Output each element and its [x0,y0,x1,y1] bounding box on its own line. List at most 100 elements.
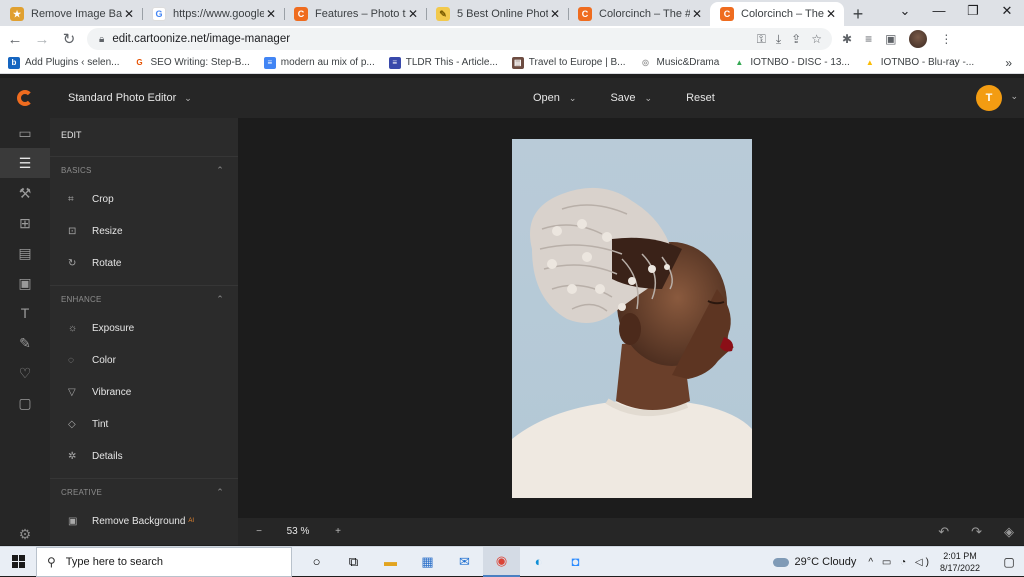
close-window-icon[interactable]: ✕ [990,0,1024,24]
browser-tab[interactable]: ★ Remove Image Backg ✕ [0,2,142,26]
browser-tab-active[interactable]: C Colorcinch – The #1 P ✕ [710,2,844,26]
reading-list-icon[interactable]: ≡ [865,32,872,46]
user-avatar[interactable]: T [976,85,1002,111]
close-tab-icon[interactable]: ✕ [122,7,136,21]
droplet-icon: ◌ [68,354,74,366]
bookmark-item[interactable]: ≡ TLDR This - Article... [388,56,498,69]
bookmark-item[interactable]: ◎ Music&Drama [639,56,719,69]
save-menu[interactable]: Save ⌄ [610,92,652,104]
more-bookmarks-icon[interactable]: » [1005,56,1012,70]
details-tool[interactable]: ✲ Details [50,440,238,472]
remove-background-tool[interactable]: ▣ Remove Background AI [50,505,238,537]
magic-wand-icon[interactable]: ⚒ [0,178,50,208]
exposure-tool[interactable]: ☼ Exposure [50,312,238,344]
color-tool[interactable]: ◌ Color [50,344,238,376]
frame-icon[interactable]: ▣ [0,268,50,298]
chrome-menu-icon[interactable]: ⋮ [940,32,952,46]
vibrance-tool[interactable]: ▽ Vibrance [50,376,238,408]
reload-icon[interactable]: ↻ [57,30,81,48]
tab-title: Colorcinch – The #1 P [741,8,824,20]
store-icon[interactable]: ▦ [409,547,446,577]
bookmark-label: modern au mix of p... [280,57,375,68]
sliders-icon[interactable]: ☰ [0,148,50,178]
clock[interactable]: 2:01 PM 8/17/2022 [940,550,980,574]
close-tab-icon[interactable]: ✕ [690,7,704,21]
chrome-icon[interactable]: ◉ [483,546,520,577]
browser-tab[interactable]: C Colorcinch – The #1 P ✕ [568,2,710,26]
section-title: BASICS [61,165,92,175]
ai-badge: AI [188,518,195,524]
reset-button[interactable]: Reset [686,92,715,104]
key-icon[interactable]: ⚿ [757,32,766,47]
weather-widget[interactable]: 29°C Cloudy [772,556,856,568]
forward-icon[interactable]: → [30,31,54,48]
profile-avatar[interactable] [909,30,928,48]
colorcinch-logo-icon[interactable] [0,90,50,106]
close-tab-icon[interactable]: ✕ [406,7,420,21]
browser-tab[interactable]: ✎ 5 Best Online Photo C ✕ [426,2,568,26]
share-icon[interactable]: ⇪ [791,32,801,47]
tab-search-icon[interactable]: ⌄ [888,0,922,24]
section-header[interactable]: CREATIVE ⌃ [50,479,238,505]
bookmark-item[interactable]: b Add Plugins ‹ selen... [8,56,120,69]
browser-tab[interactable]: C Features – Photo to C ✕ [284,2,426,26]
chevron-down-icon[interactable]: ⌄ [1010,91,1018,102]
chevron-down-icon: ⌄ [568,93,577,103]
restore-icon[interactable]: ❐ [956,0,990,24]
close-tab-icon[interactable]: ✕ [824,7,838,21]
open-menu[interactable]: Open ⌄ [533,92,576,104]
close-tab-icon[interactable]: ✕ [264,7,278,21]
tint-tool[interactable]: ◇ Tint [50,408,238,440]
editor-mode-dropdown[interactable]: Standard Photo Editor ⌄ [68,92,192,104]
bookmark-favicon: ▤ [511,56,524,69]
new-tab-icon[interactable]: + [844,2,872,26]
brush-icon[interactable]: ✎ [0,328,50,358]
film-icon[interactable]: ▢ [0,388,50,418]
zoom-out-button[interactable]: − [251,526,267,537]
resize-tool[interactable]: ⊡ Resize [50,215,238,247]
section-header[interactable]: ENHANCE ⌃ [50,286,238,312]
edited-photo[interactable] [512,139,752,498]
back-icon[interactable]: ← [3,31,27,48]
bookmark-star-icon[interactable]: ☆ [811,32,822,47]
history-controls: ↶ ↷ ◈ [938,518,1014,545]
image-icon[interactable]: ▭ [0,118,50,148]
side-panel-icon[interactable]: ▣ [885,32,896,46]
bookmark-item[interactable]: ▲ IOTNBO - Blu-ray -... [863,56,974,69]
extensions-icon[interactable]: ✱ [842,32,852,46]
tray-icons[interactable]: ^ ▭ ◔ ◁) [868,557,932,568]
minimize-icon[interactable]: — [922,0,956,24]
undo-icon[interactable]: ↶ [938,524,949,540]
file-explorer-icon[interactable]: ▬ [372,547,409,577]
windows-start-icon[interactable] [0,555,36,568]
zoom-level[interactable]: 53 % [279,526,317,537]
crop-tool[interactable]: ⌗ Crop [50,183,238,215]
close-tab-icon[interactable]: ✕ [548,7,562,21]
tab-title: Colorcinch – The #1 P [599,8,690,20]
grid-icon[interactable]: ⊞ [0,208,50,238]
zoom-in-button[interactable]: + [330,526,346,537]
bookmark-item[interactable]: ≡ modern au mix of p... [263,56,375,69]
gear-icon[interactable]: ⚙ [0,526,50,543]
redo-icon[interactable]: ↷ [971,524,982,540]
install-icon[interactable]: ⤓ [776,32,781,47]
zoom-app-icon[interactable]: ◘ [557,547,594,577]
cortana-icon[interactable]: ○ [298,547,335,577]
layers-icon[interactable]: ◈ [1004,524,1014,540]
taskbar-search-field[interactable]: ⚲ Type here to search [36,546,292,577]
heart-icon[interactable]: ♡ [0,358,50,388]
url-field[interactable]: 🔒︎ edit.cartoonize.net/image-manager ⚿ ⤓… [87,28,832,50]
edge-icon[interactable]: ◐ [520,547,557,577]
task-view-icon[interactable]: ⧉ [335,547,372,577]
rotate-tool[interactable]: ↻ Rotate [50,247,238,279]
layout-icon[interactable]: ▤ [0,238,50,268]
bookmark-item[interactable]: ▤ Travel to Europe | B... [511,56,626,69]
text-icon[interactable]: T [0,298,50,328]
notification-icon[interactable]: ▢ [994,555,1024,569]
section-header[interactable]: BASICS ⌃ [50,157,238,183]
bookmark-item[interactable]: G SEO Writing: Step-B... [133,56,250,69]
remove-bg-icon: ▣ [68,515,78,527]
bookmark-item[interactable]: ▲ IOTNBO - DISC - 13... [733,56,850,69]
mail-icon[interactable]: ✉ [446,547,483,577]
browser-tab[interactable]: G https://www.google.c ✕ [142,2,284,26]
